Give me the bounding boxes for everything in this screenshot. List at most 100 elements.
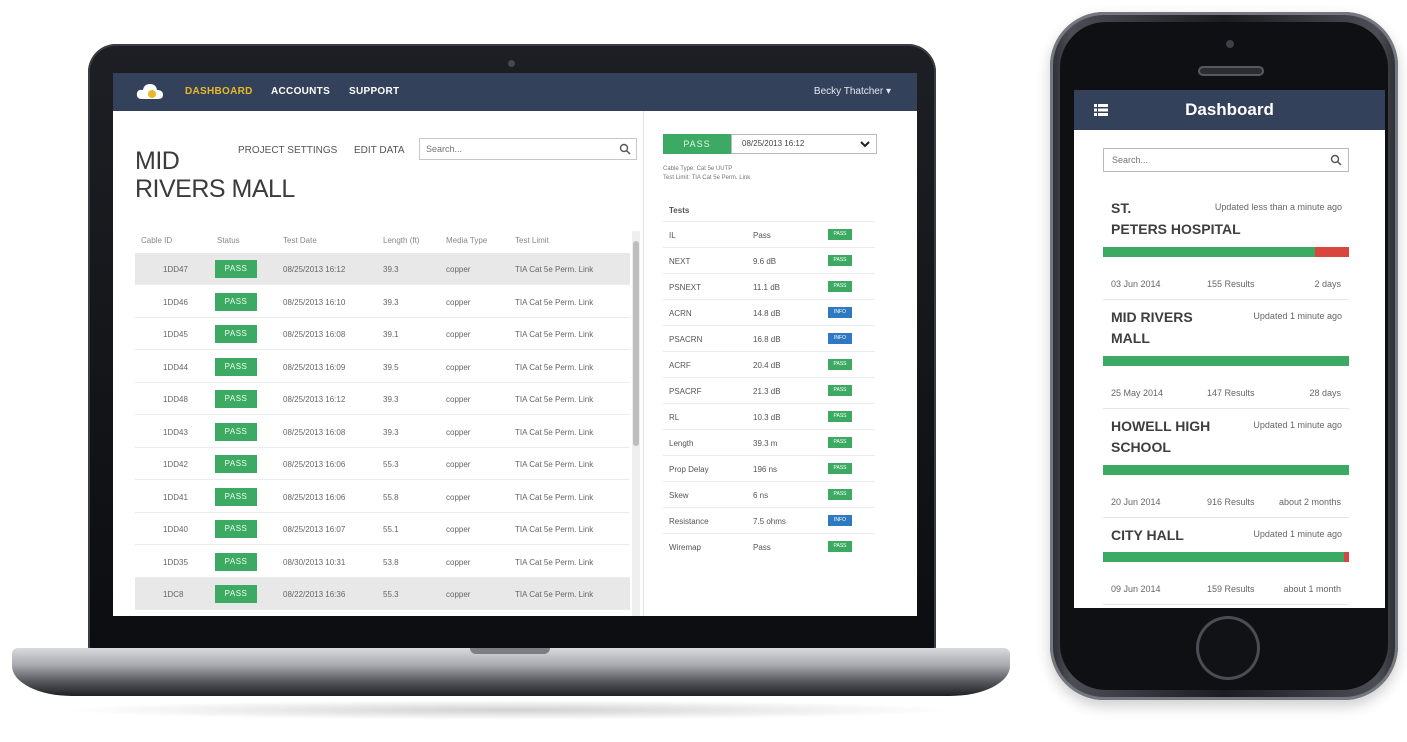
test-result-badge[interactable]: PASS (828, 281, 852, 292)
col-test-limit[interactable]: Test Limit (515, 236, 549, 245)
cell-media-type: copper (446, 395, 471, 404)
phone-search-input[interactable] (1104, 149, 1314, 171)
status-badge: PASS (215, 325, 257, 343)
cell-cable-id: 1DD46 (163, 297, 188, 307)
cell-length: 55.8 (383, 492, 399, 502)
table-row[interactable]: 1DD41 PASS 08/25/2013 16:06 55.8 copper TIA C… (135, 481, 630, 513)
test-row: PSNEXT 11.1 dB PASS (663, 273, 875, 299)
cell-length: 55.1 (383, 525, 399, 534)
status-badge: PASS (215, 552, 257, 571)
test-result-badge[interactable]: INFO (828, 333, 852, 344)
cell-test-date: 08/25/2013 16:06 (283, 492, 346, 502)
cell-cable-id: 1DD40 (163, 525, 188, 534)
cell-test-limit: TIA Cat 5e Perm. Link (515, 427, 594, 437)
test-result-badge[interactable]: PASS (828, 489, 852, 500)
test-value: Pass (753, 231, 771, 240)
project-name[interactable]: CITY HALL (1111, 525, 1184, 546)
col-media-type[interactable]: Media Type (446, 236, 487, 245)
search-icon[interactable] (1330, 154, 1342, 166)
cloud-logo-icon[interactable] (135, 81, 165, 103)
test-value: 7.5 ohms (753, 517, 786, 526)
cell-test-limit: TIA Cat 5e Perm. Link (515, 492, 594, 502)
test-value: 20.4 dB (753, 361, 781, 370)
cell-cable-id: 1DD41 (163, 492, 188, 502)
cell-length: 39.5 (383, 362, 399, 372)
laptop-base (12, 648, 1010, 696)
test-result-badge[interactable]: PASS (828, 385, 852, 396)
nav-accounts[interactable]: ACCOUNTS (271, 86, 330, 97)
cell-test-limit: TIA Cat 5e Perm. Link (515, 557, 594, 567)
col-length[interactable]: Length (ft) (383, 236, 419, 245)
search-icon[interactable] (619, 143, 631, 155)
test-result-badge[interactable]: INFO (828, 307, 852, 318)
test-result-badge[interactable]: INFO (828, 515, 852, 526)
project-updated: Updated 1 minute ago (1253, 420, 1342, 430)
table-row[interactable]: 1DD47 PASS 08/25/2013 16:12 39.3 copper TIA C… (135, 253, 630, 285)
nav-support[interactable]: SUPPORT (349, 86, 399, 97)
test-result-badge[interactable]: PASS (828, 411, 852, 422)
project-age: 28 days (1309, 388, 1341, 398)
phone-home-button[interactable] (1196, 616, 1260, 680)
col-status[interactable]: Status (217, 236, 240, 245)
cell-cable-id: 1DD44 (163, 362, 188, 372)
project-separator (1103, 408, 1349, 409)
test-result-badge[interactable]: PASS (828, 437, 852, 448)
table-row[interactable]: 1DC8 PASS 08/22/2013 16:36 55.3 copper TIA Ca… (135, 578, 630, 610)
test-result-badge[interactable]: PASS (828, 229, 852, 240)
table-row[interactable]: 1DD43 PASS 08/25/2013 16:08 39.3 copper TIA C… (135, 416, 630, 448)
project-meta: 03 Jun 2014 155 Results 2 days (1103, 279, 1349, 293)
table-row[interactable]: 1DD42 PASS 08/25/2013 16:06 55.3 copper TIA C… (135, 448, 630, 480)
cell-test-limit: TIA Cat 5e Perm. Link (515, 362, 594, 372)
project-updated: Updated 1 minute ago (1253, 529, 1342, 539)
test-result-badge[interactable]: PASS (828, 359, 852, 370)
col-test-date[interactable]: Test Date (283, 236, 317, 245)
project-progress-bar (1103, 247, 1349, 257)
test-result-badge[interactable]: PASS (828, 541, 852, 552)
test-name: Prop Delay (669, 465, 709, 474)
cell-test-limit: TIA Cat 5e Perm. Link (515, 330, 594, 339)
project-age: 2 days (1314, 279, 1341, 289)
cell-length: 53.8 (383, 557, 399, 567)
table-row[interactable]: 1DD48 PASS 08/25/2013 16:12 39.3 copper TIA C… (135, 383, 630, 415)
col-cable-id[interactable]: Cable ID (141, 236, 172, 245)
cell-length: 39.3 (383, 297, 399, 307)
test-value: 21.3 dB (753, 387, 781, 396)
project-settings-link[interactable]: PROJECT SETTINGS (238, 145, 337, 156)
phone-screen: Dashboard ST.PETERS HOSPITALUpdated less… (1074, 90, 1385, 608)
project-separator (1103, 604, 1349, 605)
project-age: about 1 month (1283, 584, 1341, 594)
test-value: Pass (753, 543, 771, 552)
test-row: ACRN 14.8 dB INFO (663, 299, 875, 325)
cell-media-type: copper (446, 557, 471, 567)
test-name: NEXT (669, 257, 691, 266)
user-menu[interactable]: Becky Thatcher ▾ (814, 86, 891, 97)
table-row[interactable]: 1DD40 PASS 08/25/2013 16:07 55.1 copper TIA C… (135, 513, 630, 545)
test-date-select[interactable]: 08/25/2013 16:12 (731, 134, 877, 154)
nav-dashboard[interactable]: DASHBOARD (185, 86, 253, 97)
result-status-badge: PASS (663, 134, 731, 154)
status-badge: PASS (215, 520, 257, 538)
test-value: 39.3 m (753, 439, 778, 448)
project-results: 916 Results (1207, 497, 1255, 507)
table-row[interactable]: 1DD45 PASS 08/25/2013 16:08 39.1 copper TIA C… (135, 318, 630, 350)
project-date: 20 Jun 2014 (1111, 497, 1161, 507)
search-input[interactable] (420, 139, 610, 159)
project-results: 155 Results (1207, 279, 1255, 289)
cell-cable-id: 1DD35 (163, 557, 188, 567)
cable-type-text: Cable Type: Cat 5e UUTP (663, 166, 733, 172)
project-progress-bar (1103, 356, 1349, 366)
table-row[interactable]: 1DD35 PASS 08/30/2013 10:31 53.8 copper TIA C… (135, 546, 630, 578)
edit-data-link[interactable]: EDIT DATA (354, 145, 405, 156)
cell-media-type: copper (446, 427, 471, 437)
table-row[interactable]: 1DD46 PASS 08/25/2013 16:10 39.3 copper TIA C… (135, 286, 630, 318)
test-result-badge[interactable]: PASS (828, 463, 852, 474)
table-scroll-thumb[interactable] (633, 241, 639, 446)
laptop-notch (470, 648, 550, 654)
project-name[interactable]: MID RIVERS MALL (1111, 307, 1193, 349)
project-name[interactable]: HOWELL HIGH SCHOOL (1111, 416, 1210, 458)
cell-length: 39.1 (383, 330, 399, 339)
cell-cable-id: 1DD45 (163, 330, 188, 339)
test-result-badge[interactable]: PASS (828, 255, 852, 266)
test-row: NEXT 9.6 dB PASS (663, 247, 875, 273)
table-row[interactable]: 1DD44 PASS 08/25/2013 16:09 39.5 copper TIA C… (135, 351, 630, 383)
